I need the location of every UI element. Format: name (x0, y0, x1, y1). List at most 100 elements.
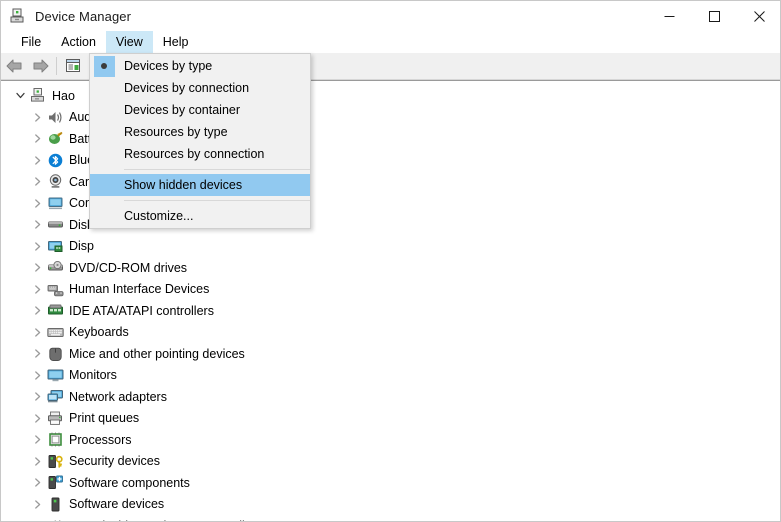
tree-row[interactable]: Security devices (2, 451, 780, 473)
tree-item-label: Security devices (69, 454, 161, 468)
chevron-right-icon[interactable] (27, 134, 47, 143)
menu-check-slot (90, 205, 118, 227)
tree-row[interactable]: Print queues (2, 408, 780, 430)
toolbar-separator (56, 57, 57, 75)
chevron-right-icon[interactable] (27, 242, 47, 251)
processor-icon (47, 431, 64, 448)
window-title: Device Manager (35, 8, 132, 24)
tree-item-label: Print queues (69, 411, 140, 425)
chevron-right-icon[interactable] (27, 113, 47, 122)
chevron-right-icon[interactable] (27, 285, 47, 294)
menu-action[interactable]: Action (51, 31, 106, 53)
bluetooth-icon (47, 152, 64, 169)
tree-item-label: Aud (69, 110, 92, 124)
menu-item[interactable]: Resources by connection (90, 143, 310, 165)
chevron-right-icon[interactable] (27, 199, 47, 208)
tree-item-label: Batt (69, 131, 92, 146)
chevron-right-icon[interactable] (27, 392, 47, 401)
menu-check-slot (90, 77, 118, 99)
chevron-right-icon[interactable] (27, 478, 47, 487)
printer-icon (47, 410, 64, 427)
tree-row[interactable]: Software devices (2, 494, 780, 516)
tree-item-label: Software devices (69, 497, 165, 511)
menu-separator (124, 169, 310, 170)
battery-icon (47, 130, 64, 147)
chevron-right-icon[interactable] (27, 220, 47, 229)
menu-item[interactable]: Show hidden devices (90, 174, 310, 196)
tree-item-label: Processors (69, 432, 132, 447)
tree-row[interactable]: Monitors (2, 365, 780, 387)
chevron-right-icon[interactable] (27, 457, 47, 466)
menu-item[interactable]: Devices by container (90, 99, 310, 121)
sound-controller-icon (47, 517, 64, 521)
menu-file[interactable]: File (11, 31, 51, 53)
tree-item-label: Monitors (69, 368, 117, 382)
display-adapter-icon (47, 238, 64, 255)
minimize-button[interactable] (647, 1, 692, 31)
computer-icon (47, 195, 64, 212)
menu-bar: File Action View Help (1, 31, 780, 53)
chevron-right-icon[interactable] (27, 435, 47, 444)
tree-item-label: Human Interface Devices (69, 282, 210, 296)
audio-icon (47, 109, 64, 126)
tree-item-label: DVD/CD-ROM drives (69, 260, 188, 275)
menu-help[interactable]: Help (153, 31, 199, 53)
chevron-right-icon[interactable] (27, 177, 47, 186)
back-button[interactable] (1, 54, 27, 78)
tree-row[interactable]: Network adapters (2, 386, 780, 408)
menu-item-label: Devices by container (124, 103, 241, 117)
computer-icon (30, 87, 47, 104)
radio-selected-icon (90, 55, 118, 77)
menu-check-slot (90, 143, 118, 165)
tree-item-label: Mice and other pointing devices (69, 346, 245, 361)
tree-item-label: Keyboards (69, 325, 129, 339)
chevron-right-icon[interactable] (27, 414, 47, 423)
tree-row[interactable]: Software components (2, 472, 780, 494)
chevron-right-icon[interactable] (27, 263, 47, 272)
menu-item[interactable]: Customize... (90, 205, 310, 227)
properties-icon (66, 59, 80, 72)
forward-arrow-icon (33, 59, 48, 73)
security-device-icon (47, 453, 64, 470)
menu-check-slot (90, 121, 118, 143)
keyboard-icon (47, 324, 64, 341)
tree-item-label: Disp (69, 239, 95, 253)
software-device-icon (47, 496, 64, 513)
tree-row[interactable]: Sound, video and game controllers (2, 515, 780, 521)
disk-drive-icon (47, 216, 64, 233)
close-button[interactable] (737, 1, 780, 31)
device-manager-window: Device Manager File Action View Help Hao… (0, 0, 781, 522)
tree-row[interactable]: Keyboards (2, 322, 780, 344)
menu-item[interactable]: Devices by type (90, 55, 310, 77)
chevron-right-icon[interactable] (27, 349, 47, 358)
chevron-right-icon[interactable] (27, 371, 47, 380)
tree-row[interactable]: IDE ATA/ATAPI controllers (2, 300, 780, 322)
tree-row[interactable]: Human Interface Devices (2, 279, 780, 301)
chevron-right-icon[interactable] (27, 156, 47, 165)
camera-icon (47, 173, 64, 190)
title-bar: Device Manager (1, 1, 780, 31)
forward-button[interactable] (27, 54, 53, 78)
chevron-right-icon[interactable] (27, 306, 47, 315)
tree-row[interactable]: Processors (2, 429, 780, 451)
menu-item[interactable]: Devices by connection (90, 77, 310, 99)
view-dropdown-menu[interactable]: Devices by type Devices by connection Devi… (89, 53, 311, 229)
menu-item-label: Resources by connection (124, 147, 265, 161)
maximize-button[interactable] (692, 1, 737, 31)
properties-button[interactable] (60, 54, 86, 78)
chevron-right-icon[interactable] (27, 500, 47, 509)
tree-row[interactable]: Mice and other pointing devices (2, 343, 780, 365)
tree-row[interactable]: DVD/CD-ROM drives (2, 257, 780, 279)
chevron-down-icon[interactable] (10, 91, 30, 100)
chevron-right-icon[interactable] (27, 328, 47, 337)
menu-view[interactable]: View (105, 31, 153, 53)
tree-item-label: Network adapters (69, 389, 167, 404)
tree-item-label: IDE ATA/ATAPI controllers (69, 303, 214, 318)
menu-item[interactable]: Resources by type (90, 121, 310, 143)
menu-item-label: Resources by type (124, 125, 228, 139)
monitor-icon (47, 367, 64, 384)
tree-row[interactable]: Disp (2, 236, 780, 258)
dvd-drive-icon (47, 259, 64, 276)
menu-separator (124, 200, 310, 201)
ide-controller-icon (47, 302, 64, 319)
